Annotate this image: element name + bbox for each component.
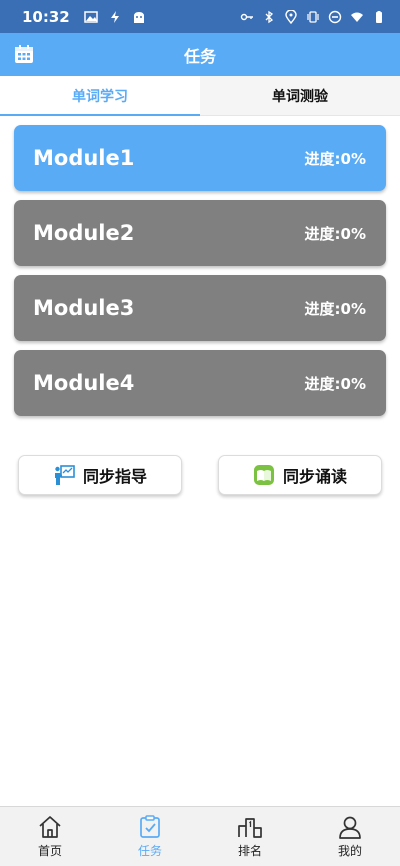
nav-label: 任务 [137, 844, 162, 858]
calendar-icon[interactable] [13, 43, 35, 65]
module-title: Module2 [33, 221, 135, 245]
module-progress: 进度:0% [304, 374, 366, 393]
module-card-2[interactable]: Module2 进度:0% [14, 200, 386, 266]
module-card-1[interactable]: Module1 进度:0% [14, 125, 386, 191]
bottom-nav: 首页 任务 排名 我的 [0, 806, 400, 866]
dnd-icon [328, 10, 342, 24]
status-bar: 10:32 [0, 0, 400, 33]
profile-icon [337, 814, 363, 840]
wifi-icon [350, 10, 364, 24]
module-card-3[interactable]: Module3 进度:0% [14, 275, 386, 341]
task-icon [137, 814, 163, 840]
location-icon [284, 9, 298, 24]
nav-label: 我的 [337, 844, 362, 858]
home-icon [37, 814, 63, 840]
flash-icon [108, 10, 122, 24]
bluetooth-icon [262, 10, 276, 24]
module-title: Module1 [33, 146, 135, 170]
nav-home[interactable]: 首页 [0, 807, 100, 866]
book-icon [253, 464, 275, 486]
tab-word-quiz[interactable]: 单词测验 [200, 76, 400, 115]
nav-label: 首页 [37, 844, 62, 858]
action-buttons: 同步指导 同步诵读 [18, 455, 382, 495]
ranking-icon [237, 814, 263, 840]
key-icon [240, 10, 254, 24]
vibrate-icon [306, 10, 320, 24]
module-title: Module3 [33, 296, 135, 320]
status-left-icons [84, 10, 146, 24]
teacher-board-icon [53, 464, 75, 486]
sync-recite-button[interactable]: 同步诵读 [218, 455, 382, 495]
page-title: 任务 [183, 46, 216, 66]
module-progress: 进度:0% [304, 149, 366, 168]
sync-guide-label: 同步指导 [82, 467, 147, 486]
tab-label: 单词测验 [272, 88, 328, 105]
module-title: Module4 [33, 371, 135, 395]
app-header: 任务 [0, 33, 400, 76]
nav-ranking[interactable]: 排名 [200, 807, 300, 866]
sync-guide-button[interactable]: 同步指导 [18, 455, 182, 495]
tab-word-study[interactable]: 单词学习 [0, 76, 200, 116]
sync-recite-label: 同步诵读 [282, 467, 347, 486]
tab-label: 单词学习 [72, 88, 128, 105]
module-progress: 进度:0% [304, 224, 366, 243]
nav-profile[interactable]: 我的 [300, 807, 400, 866]
tab-bar: 单词学习 单词测验 [0, 76, 400, 116]
battery-icon [372, 10, 386, 24]
module-progress: 进度:0% [304, 299, 366, 318]
status-time: 10:32 [22, 7, 70, 26]
image-icon [84, 10, 98, 24]
module-card-4[interactable]: Module4 进度:0% [14, 350, 386, 416]
nav-task[interactable]: 任务 [100, 807, 200, 866]
nav-label: 排名 [237, 844, 262, 858]
module-list: Module1 进度:0% Module2 进度:0% Module3 进度:0… [14, 125, 386, 425]
status-right-icons [240, 9, 386, 24]
android-icon [132, 10, 146, 24]
